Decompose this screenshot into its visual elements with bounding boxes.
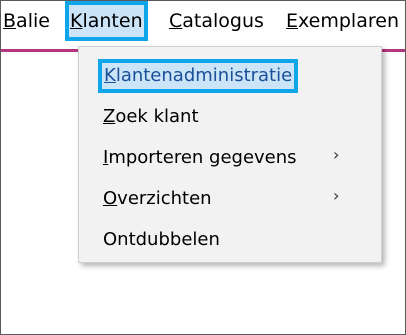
overzichten-label: verzichten xyxy=(117,188,212,209)
menu-item-importeren-gegevens[interactable]: Importeren gegevens › xyxy=(103,143,359,173)
menu-catalogus-label: atalogus xyxy=(182,10,264,32)
menu-item-zoek-klant[interactable]: Zoek klant xyxy=(103,102,199,132)
importeren-gegevens-label: mporteren gegevens xyxy=(108,147,297,168)
menu-item-klantenadministratie[interactable]: Klantenadministratie xyxy=(97,59,299,93)
klantenadministratie-label: lantenadministratie xyxy=(115,65,293,86)
overzichten-mnemonic: O xyxy=(103,188,118,209)
application-window: Balie Klanten Catalogus Exemplaren Klant… xyxy=(0,0,406,335)
submenu-chevron-icon: › xyxy=(333,145,340,164)
menu-item-overzichten[interactable]: Overzichten › xyxy=(103,184,359,214)
menu-exemplaren[interactable]: Exemplaren xyxy=(286,1,399,41)
klanten-dropdown-menu: Klantenadministratie Zoek klant Importer… xyxy=(78,46,382,263)
menu-klanten-label: lanten xyxy=(82,10,143,32)
menu-item-ontdubbelen[interactable]: Ontdubbelen xyxy=(103,225,220,255)
klantenadministratie-mnemonic: K xyxy=(104,65,116,86)
menu-balie-label: alie xyxy=(16,10,50,32)
menu-exemplaren-mnemonic: E xyxy=(286,10,299,32)
ontdubbelen-label: Ontdubbelen xyxy=(103,229,220,250)
menu-klanten[interactable]: Klanten xyxy=(65,1,148,41)
menu-balie[interactable]: Balie xyxy=(3,1,50,41)
zoek-klant-label: oek klant xyxy=(115,106,199,127)
menu-exemplaren-label: xemplaren xyxy=(298,10,399,32)
menu-balie-mnemonic: B xyxy=(3,10,17,32)
menu-catalogus[interactable]: Catalogus xyxy=(169,1,264,41)
submenu-chevron-icon: › xyxy=(333,186,340,205)
zoek-klant-mnemonic: Z xyxy=(103,106,116,127)
menu-bar: Balie Klanten Catalogus Exemplaren xyxy=(1,1,405,41)
menu-catalogus-mnemonic: C xyxy=(169,10,183,32)
menu-klanten-mnemonic: K xyxy=(70,10,83,32)
